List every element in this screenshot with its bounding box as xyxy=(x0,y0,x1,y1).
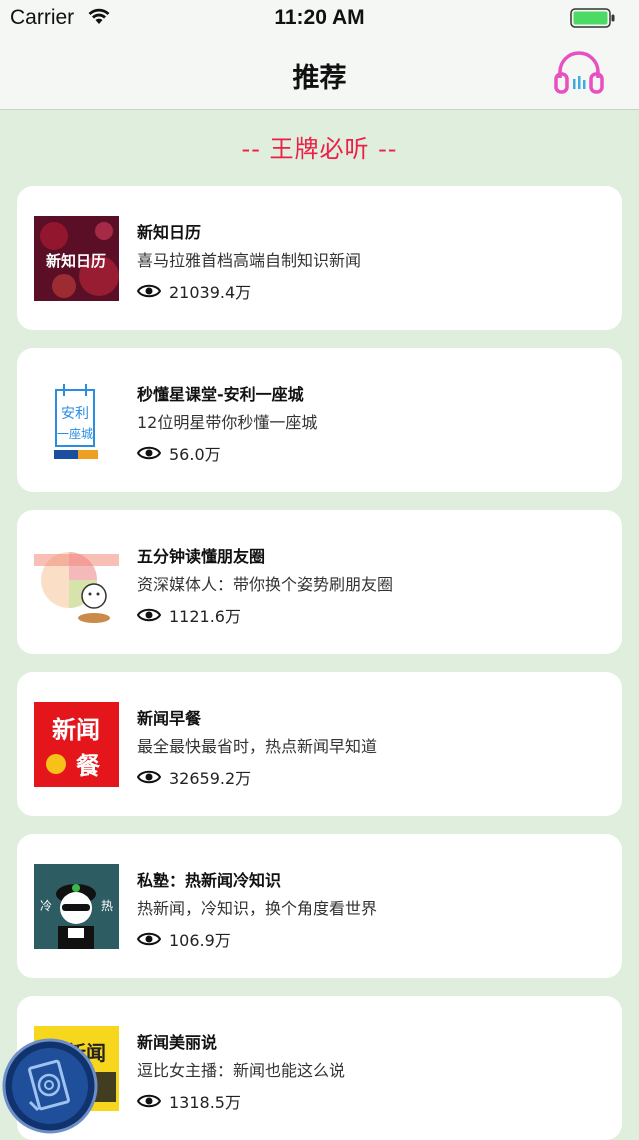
item-title: 秒懂星课堂-安利一座城 xyxy=(137,385,304,404)
play-count-row: 106.9万 xyxy=(137,927,231,951)
svg-text:安利: 安利 xyxy=(61,406,89,422)
headphones-icon[interactable] xyxy=(553,46,605,102)
eye-icon xyxy=(137,608,161,622)
item-title: 新闻早餐 xyxy=(137,709,202,728)
floating-player-button[interactable] xyxy=(2,1038,98,1134)
item-description: 资深媒体人：带你换个姿势刷朋友圈 xyxy=(137,575,394,594)
play-count: 32659.2万 xyxy=(169,769,252,788)
section-title: -- 王牌必听 -- xyxy=(241,135,398,163)
play-count: 1318.5万 xyxy=(169,1093,241,1112)
item-title: 新知日历 xyxy=(137,223,202,242)
battery-icon xyxy=(570,8,616,33)
item-description: 12位明星带你秒懂一座城 xyxy=(137,413,318,432)
svg-text:一座城: 一座城 xyxy=(57,426,93,441)
play-count: 56.0万 xyxy=(169,445,221,464)
item-description: 最全最快最省时，热点新闻早知道 xyxy=(137,737,378,756)
play-count: 21039.4万 xyxy=(169,283,252,302)
list-item[interactable]: 新闻 餐 新闻早餐 最全最快最省时，热点新闻早知道 32659.2万 xyxy=(17,672,622,816)
clock: 11:20 AM xyxy=(274,6,365,29)
album-cover xyxy=(34,540,119,625)
album-cover: 新知日历 xyxy=(34,216,119,301)
item-title: 新闻美丽说 xyxy=(137,1033,218,1052)
album-cover: 安利 一座城 xyxy=(34,378,119,463)
svg-text:冷: 冷 xyxy=(40,899,52,913)
play-count-row: 21039.4万 xyxy=(137,279,251,303)
eye-icon xyxy=(137,284,161,298)
list-item[interactable]: 新闻 新闻美丽说 逗比女主播：新闻也能这么说 1318.5万 xyxy=(17,996,622,1140)
status-bar: Carrier 11:20 AM xyxy=(0,0,639,36)
play-count-row: 1121.6万 xyxy=(137,603,241,627)
play-count: 106.9万 xyxy=(169,931,231,950)
album-cover: 新闻 餐 xyxy=(34,702,119,787)
eye-icon xyxy=(137,446,161,460)
player-disc-icon xyxy=(2,1038,98,1134)
item-description: 逗比女主播：新闻也能这么说 xyxy=(137,1061,346,1080)
svg-text:餐: 餐 xyxy=(76,752,101,780)
page-title: 推荐 xyxy=(292,63,347,94)
list-item[interactable]: 冷 热 私塾：热新闻冷知识 热新闻，冷知识，换个角度看世界 106.9万 xyxy=(17,834,622,978)
nav-bar: 推荐 xyxy=(0,36,639,110)
item-title: 私塾：热新闻冷知识 xyxy=(137,871,282,890)
play-count-row: 32659.2万 xyxy=(137,765,251,789)
item-description: 喜马拉雅首档高端自制知识新闻 xyxy=(137,251,362,270)
svg-text:热: 热 xyxy=(101,899,113,913)
svg-text:新知日历: 新知日历 xyxy=(46,252,106,270)
list-item[interactable]: 新知日历 新知日历 喜马拉雅首档高端自制知识新闻 21039.4万 xyxy=(17,186,622,330)
play-count-row: 56.0万 xyxy=(137,441,221,465)
album-cover: 冷 热 xyxy=(34,864,119,949)
eye-icon xyxy=(137,770,161,784)
svg-text:新闻: 新闻 xyxy=(52,716,100,744)
list-item[interactable]: 五分钟读懂朋友圈 资深媒体人：带你换个姿势刷朋友圈 1121.6万 xyxy=(17,510,622,654)
item-description: 热新闻，冷知识，换个角度看世界 xyxy=(137,899,378,918)
play-count: 1121.6万 xyxy=(169,607,241,626)
item-title: 五分钟读懂朋友圈 xyxy=(137,547,266,566)
play-count-row: 1318.5万 xyxy=(137,1089,241,1113)
eye-icon xyxy=(137,932,161,946)
list-item[interactable]: 安利 一座城 秒懂星课堂-安利一座城 12位明星带你秒懂一座城 56.0万 xyxy=(17,348,622,492)
eye-icon xyxy=(137,1094,161,1108)
